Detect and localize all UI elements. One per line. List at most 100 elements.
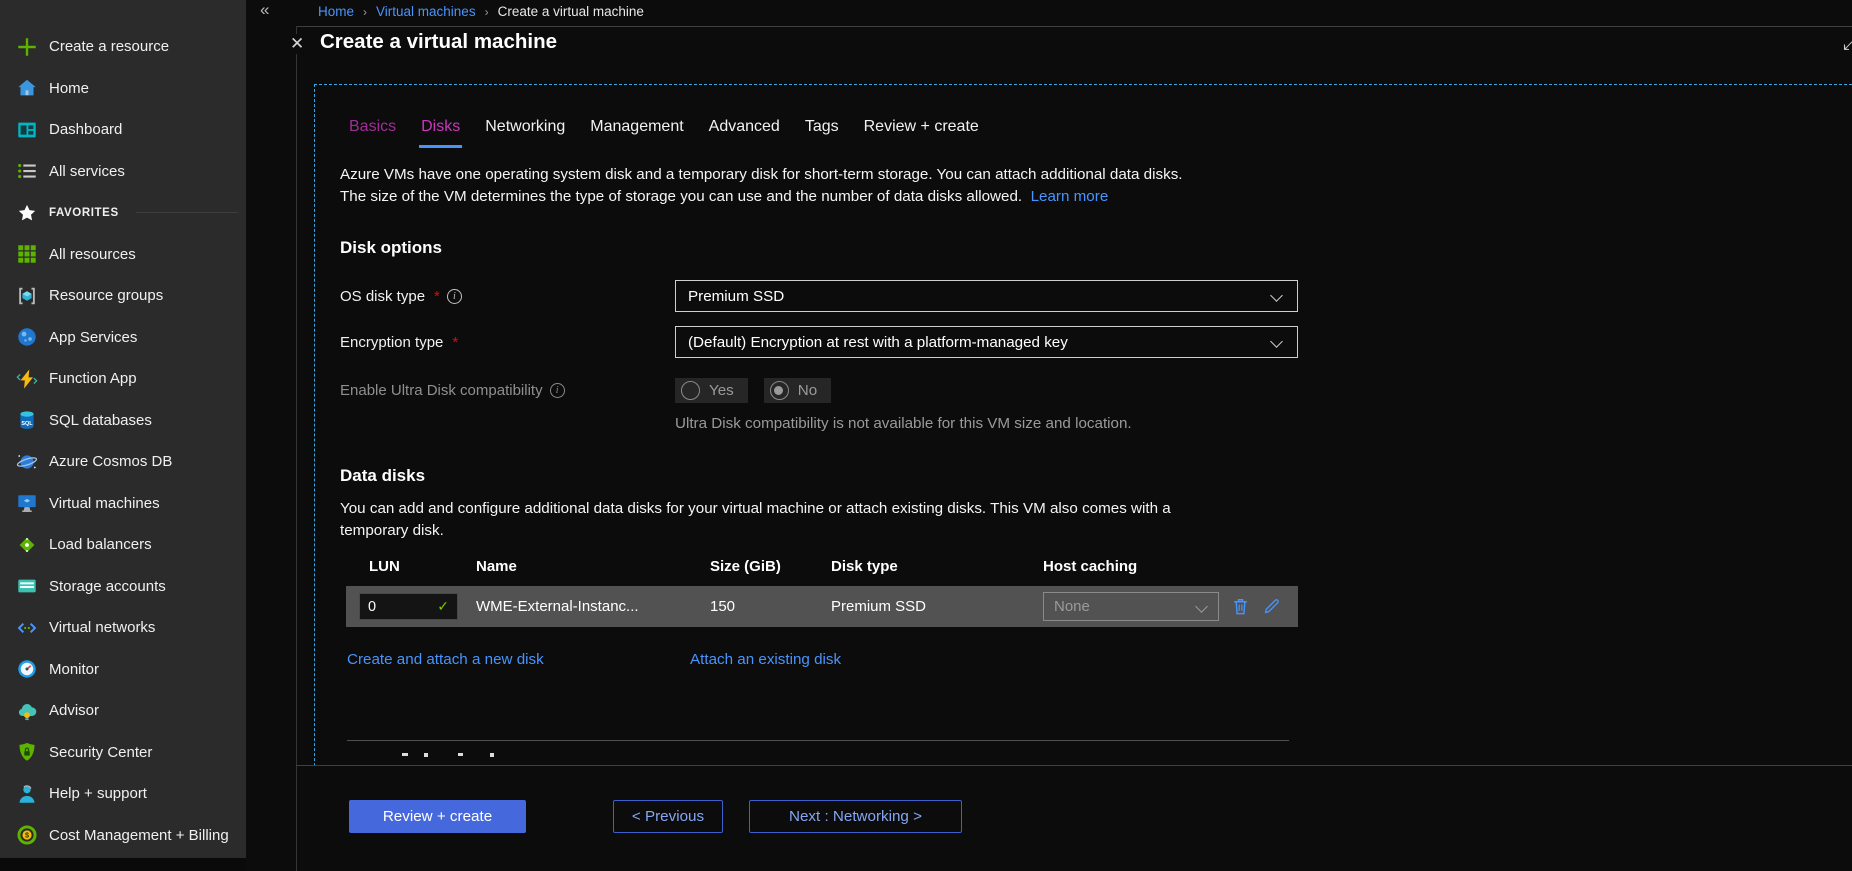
check-icon: ✓ bbox=[437, 598, 449, 615]
delete-disk-icon[interactable] bbox=[1230, 597, 1250, 617]
sidebar-item-help-support[interactable]: Help + support bbox=[0, 773, 246, 815]
sidebar: Create a resource HomeDashboardAll servic… bbox=[0, 0, 246, 858]
host-caching-value: None bbox=[1054, 598, 1090, 615]
sidebar-section-favorites: FAVORITES bbox=[0, 192, 246, 234]
sidebar-item-label: SQL databases bbox=[49, 412, 152, 429]
person-icon bbox=[16, 783, 38, 805]
host-caching-select: None bbox=[1043, 592, 1219, 621]
sidebar-item-security-center[interactable]: Security Center bbox=[0, 732, 246, 774]
grid-icon bbox=[16, 243, 38, 265]
sidebar-item-function-app[interactable]: Function App bbox=[0, 358, 246, 400]
sidebar-item-label: Storage accounts bbox=[49, 578, 166, 595]
expand-blade-icon[interactable]: ⤢ bbox=[1843, 33, 1852, 57]
edit-disk-icon[interactable] bbox=[1261, 597, 1281, 617]
globe-icon bbox=[16, 326, 38, 348]
sidebar-item-virtual-machines[interactable]: Virtual machines bbox=[0, 483, 246, 525]
breadcrumb-virtual-machines[interactable]: Virtual machines bbox=[376, 4, 476, 19]
breadcrumb-current: Create a virtual machine bbox=[498, 4, 644, 19]
tab-advanced[interactable]: Advanced bbox=[707, 110, 782, 148]
planet-icon bbox=[16, 451, 38, 473]
next-networking-button[interactable]: Next : Networking > bbox=[749, 800, 962, 833]
ultra-disk-label: Enable Ultra Disk compatibility i bbox=[340, 382, 675, 399]
gauge-icon bbox=[16, 658, 38, 680]
learn-more-link[interactable]: Learn more bbox=[1031, 188, 1109, 205]
breadcrumb-home[interactable]: Home bbox=[318, 4, 354, 19]
ultra-disk-helper-text: Ultra Disk compatibility is not availabl… bbox=[675, 415, 1350, 432]
shield-icon bbox=[16, 741, 38, 763]
encryption-type-value: (Default) Encryption at rest with a plat… bbox=[688, 334, 1068, 351]
sidebar-item-storage-accounts[interactable]: Storage accounts bbox=[0, 566, 246, 608]
cube-icon bbox=[16, 285, 38, 307]
plus-icon bbox=[16, 36, 38, 58]
disk-links: Create and attach a new disk Attach an e… bbox=[340, 651, 1350, 668]
tab-basics[interactable]: Basics bbox=[347, 110, 398, 148]
sidebar-collapse-icon[interactable]: « bbox=[260, 0, 269, 20]
table-header-row: LUN Name Size (GiB) Disk type Host cachi… bbox=[346, 558, 1298, 575]
sidebar-item-app-services[interactable]: App Services bbox=[0, 317, 246, 359]
footer-bar bbox=[297, 766, 1852, 871]
sidebar-item-home[interactable]: Home bbox=[0, 68, 246, 110]
sidebar-item-all-resources[interactable]: All resources bbox=[0, 234, 246, 276]
expand-glyph[interactable]: ⤢ bbox=[1843, 33, 1852, 55]
blade-left-border bbox=[296, 26, 297, 871]
sidebar-item-azure-cosmos-db[interactable]: Azure Cosmos DB bbox=[0, 441, 246, 483]
ultra-disk-radios: Yes No bbox=[675, 378, 831, 403]
required-asterisk: * bbox=[434, 288, 440, 305]
dollar-icon: $ bbox=[16, 824, 38, 846]
disk-size-cell: 150 bbox=[710, 598, 831, 615]
required-asterisk: * bbox=[452, 334, 458, 351]
data-disks-heading: Data disks bbox=[340, 466, 1350, 486]
create-new-disk-link[interactable]: Create and attach a new disk bbox=[347, 651, 600, 668]
sidebar-item-all-services[interactable]: All services bbox=[0, 151, 246, 193]
encryption-type-select[interactable]: (Default) Encryption at rest with a plat… bbox=[675, 326, 1298, 358]
dashboard-icon bbox=[16, 119, 38, 141]
previous-button[interactable]: < Previous bbox=[613, 800, 723, 833]
bottom-strip bbox=[0, 858, 246, 871]
review-create-button[interactable]: Review + create bbox=[349, 800, 526, 833]
tab-disks[interactable]: Disks bbox=[419, 110, 462, 148]
encryption-type-text: Encryption type bbox=[340, 334, 443, 351]
sidebar-item-create-a-resource[interactable]: Create a resource bbox=[0, 26, 246, 68]
tab-tags[interactable]: Tags bbox=[803, 110, 841, 148]
col-size: Size (GiB) bbox=[710, 558, 831, 575]
os-disk-type-label: OS disk type* i bbox=[340, 288, 675, 305]
sidebar-item-label: Advisor bbox=[49, 702, 99, 719]
sidebar-item-label: Help + support bbox=[49, 785, 147, 802]
breadcrumb: Home › Virtual machines › Create a virtu… bbox=[318, 4, 644, 19]
disks-tab-content: Basics Disks Networking Management Advan… bbox=[340, 84, 1350, 759]
azure-portal-screen: Create a resourceHomeDashboardAll servic… bbox=[0, 0, 1852, 871]
sidebar-item-load-balancers[interactable]: Load balancers bbox=[0, 524, 246, 566]
svg-text:SQL: SQL bbox=[21, 421, 33, 427]
sidebar-item-virtual-networks[interactable]: Virtual networks bbox=[0, 607, 246, 649]
storage-icon bbox=[16, 575, 38, 597]
info-icon[interactable]: i bbox=[447, 289, 462, 304]
tab-networking[interactable]: Networking bbox=[483, 110, 567, 148]
ultra-disk-text: Enable Ultra Disk compatibility bbox=[340, 382, 543, 399]
sidebar-item-sql-databases[interactable]: SQL SQL databases bbox=[0, 400, 246, 442]
intro-line1: Azure VMs have one operating system disk… bbox=[340, 166, 1183, 183]
sidebar-item-advisor[interactable]: Advisor bbox=[0, 690, 246, 732]
sidebar-item-label: Create a resource bbox=[49, 38, 169, 55]
os-disk-type-select[interactable]: Premium SSD bbox=[675, 280, 1298, 312]
tab-management[interactable]: Management bbox=[588, 110, 685, 148]
breadcrumb-separator-icon: › bbox=[363, 5, 367, 19]
disk-name-cell: WME-External-Instanc... bbox=[476, 598, 710, 615]
diamond-icon bbox=[16, 534, 38, 556]
intro-line2: The size of the VM determines the type o… bbox=[340, 188, 1022, 205]
footer-divider bbox=[296, 765, 1852, 766]
sidebar-item-resource-groups[interactable]: Resource groups bbox=[0, 275, 246, 317]
radio-unselected-icon bbox=[681, 381, 700, 400]
sidebar-item-label: Azure Cosmos DB bbox=[49, 453, 172, 470]
attach-existing-disk-link[interactable]: Attach an existing disk bbox=[690, 651, 841, 668]
sidebar-item-dashboard[interactable]: Dashboard bbox=[0, 109, 246, 151]
sidebar-item-monitor[interactable]: Monitor bbox=[0, 649, 246, 691]
page-title: Create a virtual machine bbox=[320, 30, 557, 54]
close-icon[interactable]: ✕ bbox=[288, 34, 306, 54]
tab-review-create[interactable]: Review + create bbox=[862, 110, 981, 148]
sidebar-item-cost-management-billing[interactable]: $Cost Management + Billing bbox=[0, 815, 246, 857]
sidebar-item-label: App Services bbox=[49, 329, 137, 346]
breadcrumb-separator-icon: › bbox=[485, 5, 489, 19]
ultra-disk-no-option: No bbox=[764, 378, 831, 403]
lun-input[interactable]: 0 ✓ bbox=[359, 593, 458, 620]
sidebar-item-label: Virtual networks bbox=[49, 619, 155, 636]
